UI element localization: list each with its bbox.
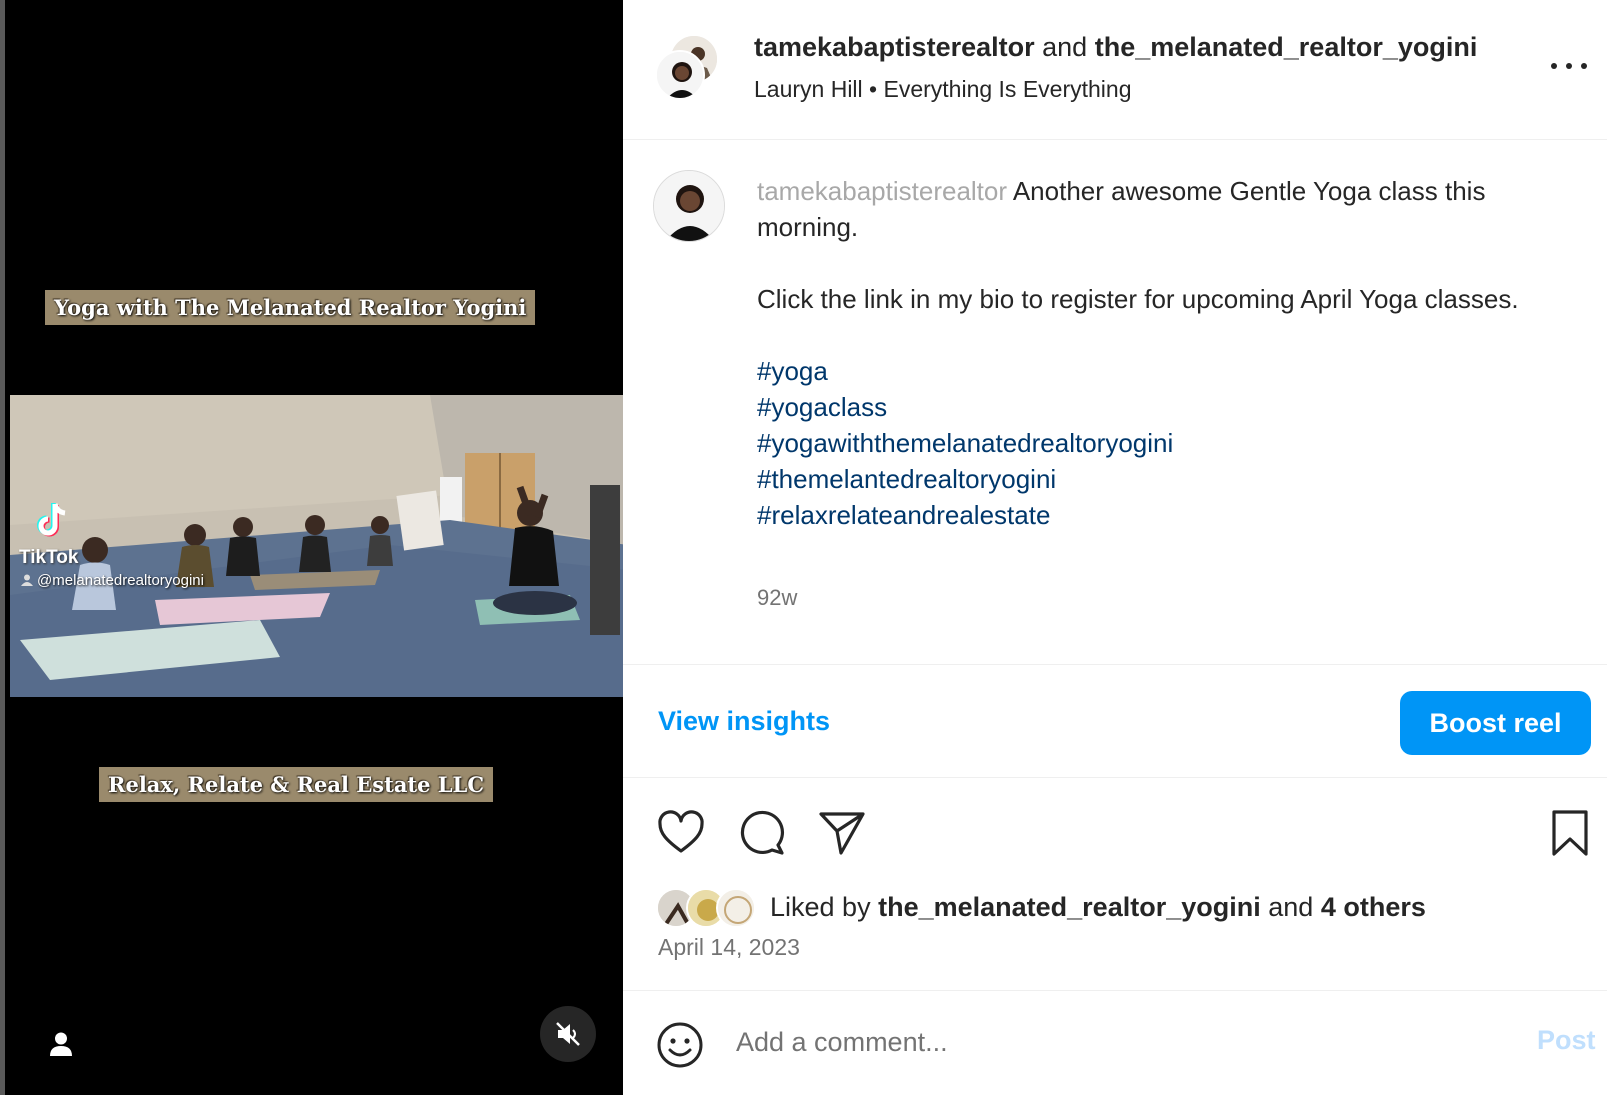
liker-avatar[interactable] [716,888,756,928]
hashtag-link[interactable]: #yoga [757,353,1557,389]
video-title-banner: Yoga with The Melanated Realtor Yogini [45,290,536,325]
hashtag-link[interactable]: #themelantedrealtoryogini [757,461,1557,497]
hashtag-link[interactable]: #yogaclass [757,389,1557,425]
emoji-icon[interactable] [656,1021,704,1069]
mute-toggle-button[interactable] [540,1006,596,1062]
caption-line-2: Click the link in my bio to register for… [757,284,1519,314]
view-insights-link[interactable]: View insights [658,706,830,737]
post-header: tamekabaptisterealtor and the_melanated_… [623,0,1607,140]
post-comment-button[interactable]: Post [1537,1025,1596,1056]
likes-connector: and [1268,892,1314,922]
post-age[interactable]: 92w [757,585,797,611]
person-icon[interactable] [47,1030,75,1058]
caption-username[interactable]: tamekabaptisterealtor [757,176,1007,206]
insights-bar: View insights Boost reel [623,664,1607,778]
author-avatar[interactable] [655,50,705,100]
caption-author-avatar[interactable] [653,170,725,242]
video-frame[interactable] [10,395,628,697]
boost-reel-button[interactable]: Boost reel [1400,691,1591,755]
reel-media-pane[interactable]: Yoga with The Melanated Realtor Yogini T… [0,0,628,1095]
post-actions [623,778,1607,878]
liker-avatars[interactable] [656,888,760,928]
caption-text: tamekabaptisterealtor Another awesome Ge… [757,173,1557,533]
liked-by-user[interactable]: the_melanated_realtor_yogini [878,892,1261,922]
post-date[interactable]: April 14, 2023 [658,934,800,961]
caption-section: tamekabaptisterealtor Another awesome Ge… [623,140,1607,664]
collaborator-username[interactable]: the_melanated_realtor_yogini [1095,32,1478,62]
muted-speaker-icon [556,1022,580,1046]
author-username[interactable]: tamekabaptisterealtor [754,32,1035,62]
hashtag-link[interactable]: #yogawiththemelanatedrealtoryogini [757,425,1557,461]
heart-icon[interactable] [656,808,706,858]
tiktok-handle-text: @melanatedrealtoryogini [37,572,204,589]
instagram-post-view: Yoga with The Melanated Realtor Yogini T… [0,0,1607,1095]
tiktok-brand: TikTok [19,547,79,568]
tiktok-handle: @melanatedrealtoryogini [21,572,204,589]
comment-composer: Post [623,990,1607,1095]
likes-summary: Liked by the_melanated_realtor_yogini an… [656,886,1596,930]
yoga-class-scene [10,395,628,697]
comment-input[interactable] [736,1019,1496,1065]
handle-person-icon [21,574,33,586]
video-company-banner: Relax, Relate & Real Estate LLC [99,767,494,802]
share-icon[interactable] [817,808,867,858]
likes-others-link[interactable]: 4 others [1321,892,1426,922]
collab-avatars[interactable] [655,34,723,102]
hashtag-link[interactable]: #relaxrelateandrealestate [757,497,1557,533]
bookmark-icon[interactable] [1545,808,1595,858]
post-authors: tamekabaptisterealtor and the_melanated_… [754,32,1477,63]
tiktok-logo-icon [37,503,66,537]
authors-connector: and [1042,32,1088,62]
audio-track-link[interactable]: Lauryn Hill • Everything Is Everything [754,76,1132,103]
comment-icon[interactable] [737,808,787,858]
post-details-panel: tamekabaptisterealtor and the_melanated_… [623,0,1607,1095]
more-options-icon[interactable] [1551,58,1587,74]
likes-text: Liked by the_melanated_realtor_yogini an… [770,892,1426,923]
liked-by-prefix: Liked by [770,892,871,922]
